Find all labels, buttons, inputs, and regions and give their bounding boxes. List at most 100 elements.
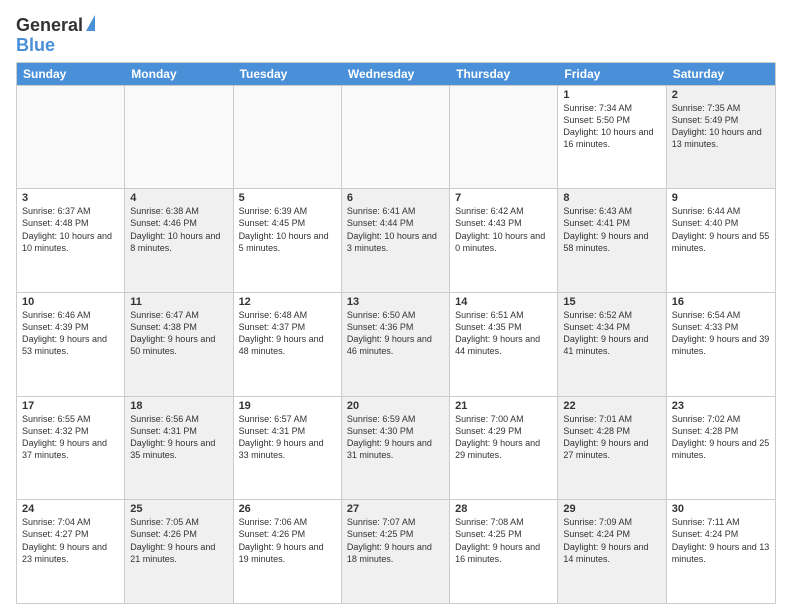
- day-number: 11: [130, 296, 227, 308]
- cal-cell-empty: [234, 86, 342, 189]
- day-number: 9: [672, 192, 770, 204]
- cell-info: Sunrise: 6:37 AMSunset: 4:48 PMDaylight:…: [22, 205, 119, 254]
- cell-info: Sunrise: 7:11 AMSunset: 4:24 PMDaylight:…: [672, 516, 770, 565]
- cell-info: Sunrise: 7:02 AMSunset: 4:28 PMDaylight:…: [672, 413, 770, 462]
- calendar-body: 1Sunrise: 7:34 AMSunset: 5:50 PMDaylight…: [17, 85, 775, 603]
- cal-cell-day-21: 21Sunrise: 7:00 AMSunset: 4:29 PMDayligh…: [450, 397, 558, 500]
- cell-info: Sunrise: 6:41 AMSunset: 4:44 PMDaylight:…: [347, 205, 444, 254]
- cell-info: Sunrise: 6:43 AMSunset: 4:41 PMDaylight:…: [563, 205, 660, 254]
- day-number: 22: [563, 400, 660, 412]
- calendar-row-0: 1Sunrise: 7:34 AMSunset: 5:50 PMDaylight…: [17, 85, 775, 189]
- day-number: 13: [347, 296, 444, 308]
- cell-info: Sunrise: 7:09 AMSunset: 4:24 PMDaylight:…: [563, 516, 660, 565]
- cal-cell-day-16: 16Sunrise: 6:54 AMSunset: 4:33 PMDayligh…: [667, 293, 775, 396]
- cal-cell-day-2: 2Sunrise: 7:35 AMSunset: 5:49 PMDaylight…: [667, 86, 775, 189]
- cell-info: Sunrise: 6:55 AMSunset: 4:32 PMDaylight:…: [22, 413, 119, 462]
- day-number: 25: [130, 503, 227, 515]
- cal-cell-day-30: 30Sunrise: 7:11 AMSunset: 4:24 PMDayligh…: [667, 500, 775, 603]
- day-number: 3: [22, 192, 119, 204]
- cal-cell-day-14: 14Sunrise: 6:51 AMSunset: 4:35 PMDayligh…: [450, 293, 558, 396]
- day-number: 28: [455, 503, 552, 515]
- logo-triangle-icon: [86, 15, 95, 31]
- cal-cell-day-5: 5Sunrise: 6:39 AMSunset: 4:45 PMDaylight…: [234, 189, 342, 292]
- cal-cell-day-27: 27Sunrise: 7:07 AMSunset: 4:25 PMDayligh…: [342, 500, 450, 603]
- cal-cell-day-9: 9Sunrise: 6:44 AMSunset: 4:40 PMDaylight…: [667, 189, 775, 292]
- cal-cell-day-26: 26Sunrise: 7:06 AMSunset: 4:26 PMDayligh…: [234, 500, 342, 603]
- header-cell-tuesday: Tuesday: [234, 63, 342, 85]
- cell-info: Sunrise: 6:46 AMSunset: 4:39 PMDaylight:…: [22, 309, 119, 358]
- cal-cell-day-3: 3Sunrise: 6:37 AMSunset: 4:48 PMDaylight…: [17, 189, 125, 292]
- day-number: 26: [239, 503, 336, 515]
- cell-info: Sunrise: 7:05 AMSunset: 4:26 PMDaylight:…: [130, 516, 227, 565]
- cal-cell-empty: [125, 86, 233, 189]
- cell-info: Sunrise: 6:52 AMSunset: 4:34 PMDaylight:…: [563, 309, 660, 358]
- cell-info: Sunrise: 6:42 AMSunset: 4:43 PMDaylight:…: [455, 205, 552, 254]
- day-number: 17: [22, 400, 119, 412]
- page: General Blue SundayMondayTuesdayWednesda…: [0, 0, 792, 612]
- cal-cell-day-11: 11Sunrise: 6:47 AMSunset: 4:38 PMDayligh…: [125, 293, 233, 396]
- cal-cell-day-12: 12Sunrise: 6:48 AMSunset: 4:37 PMDayligh…: [234, 293, 342, 396]
- day-number: 19: [239, 400, 336, 412]
- cell-info: Sunrise: 7:04 AMSunset: 4:27 PMDaylight:…: [22, 516, 119, 565]
- cell-info: Sunrise: 6:57 AMSunset: 4:31 PMDaylight:…: [239, 413, 336, 462]
- day-number: 8: [563, 192, 660, 204]
- header-cell-saturday: Saturday: [667, 63, 775, 85]
- header-cell-monday: Monday: [125, 63, 233, 85]
- day-number: 29: [563, 503, 660, 515]
- header-cell-wednesday: Wednesday: [342, 63, 450, 85]
- header-cell-thursday: Thursday: [450, 63, 558, 85]
- logo-text-blue: Blue: [16, 36, 55, 56]
- cell-info: Sunrise: 7:34 AMSunset: 5:50 PMDaylight:…: [563, 102, 660, 151]
- cal-cell-empty: [17, 86, 125, 189]
- cell-info: Sunrise: 7:00 AMSunset: 4:29 PMDaylight:…: [455, 413, 552, 462]
- day-number: 14: [455, 296, 552, 308]
- day-number: 16: [672, 296, 770, 308]
- cell-info: Sunrise: 6:59 AMSunset: 4:30 PMDaylight:…: [347, 413, 444, 462]
- cal-cell-day-23: 23Sunrise: 7:02 AMSunset: 4:28 PMDayligh…: [667, 397, 775, 500]
- cal-cell-day-4: 4Sunrise: 6:38 AMSunset: 4:46 PMDaylight…: [125, 189, 233, 292]
- cell-info: Sunrise: 7:35 AMSunset: 5:49 PMDaylight:…: [672, 102, 770, 151]
- day-number: 1: [563, 89, 660, 101]
- day-number: 30: [672, 503, 770, 515]
- day-number: 4: [130, 192, 227, 204]
- cal-cell-empty: [342, 86, 450, 189]
- calendar-row-1: 3Sunrise: 6:37 AMSunset: 4:48 PMDaylight…: [17, 188, 775, 292]
- cal-cell-day-1: 1Sunrise: 7:34 AMSunset: 5:50 PMDaylight…: [558, 86, 666, 189]
- cell-info: Sunrise: 7:08 AMSunset: 4:25 PMDaylight:…: [455, 516, 552, 565]
- day-number: 7: [455, 192, 552, 204]
- cal-cell-day-22: 22Sunrise: 7:01 AMSunset: 4:28 PMDayligh…: [558, 397, 666, 500]
- cal-cell-day-24: 24Sunrise: 7:04 AMSunset: 4:27 PMDayligh…: [17, 500, 125, 603]
- cal-cell-day-25: 25Sunrise: 7:05 AMSunset: 4:26 PMDayligh…: [125, 500, 233, 603]
- calendar-row-2: 10Sunrise: 6:46 AMSunset: 4:39 PMDayligh…: [17, 292, 775, 396]
- cal-cell-day-29: 29Sunrise: 7:09 AMSunset: 4:24 PMDayligh…: [558, 500, 666, 603]
- logo-text-general: General: [16, 16, 83, 36]
- cell-info: Sunrise: 7:06 AMSunset: 4:26 PMDaylight:…: [239, 516, 336, 565]
- cell-info: Sunrise: 7:07 AMSunset: 4:25 PMDaylight:…: [347, 516, 444, 565]
- header-cell-sunday: Sunday: [17, 63, 125, 85]
- cell-info: Sunrise: 6:47 AMSunset: 4:38 PMDaylight:…: [130, 309, 227, 358]
- logo: General Blue: [16, 16, 95, 56]
- cell-info: Sunrise: 6:51 AMSunset: 4:35 PMDaylight:…: [455, 309, 552, 358]
- cal-cell-day-15: 15Sunrise: 6:52 AMSunset: 4:34 PMDayligh…: [558, 293, 666, 396]
- day-number: 27: [347, 503, 444, 515]
- cal-cell-day-18: 18Sunrise: 6:56 AMSunset: 4:31 PMDayligh…: [125, 397, 233, 500]
- cal-cell-day-6: 6Sunrise: 6:41 AMSunset: 4:44 PMDaylight…: [342, 189, 450, 292]
- cal-cell-empty: [450, 86, 558, 189]
- day-number: 5: [239, 192, 336, 204]
- day-number: 24: [22, 503, 119, 515]
- calendar: SundayMondayTuesdayWednesdayThursdayFrid…: [16, 62, 776, 604]
- cal-cell-day-7: 7Sunrise: 6:42 AMSunset: 4:43 PMDaylight…: [450, 189, 558, 292]
- cal-cell-day-19: 19Sunrise: 6:57 AMSunset: 4:31 PMDayligh…: [234, 397, 342, 500]
- cell-info: Sunrise: 7:01 AMSunset: 4:28 PMDaylight:…: [563, 413, 660, 462]
- day-number: 15: [563, 296, 660, 308]
- header-cell-friday: Friday: [558, 63, 666, 85]
- day-number: 23: [672, 400, 770, 412]
- cell-info: Sunrise: 6:39 AMSunset: 4:45 PMDaylight:…: [239, 205, 336, 254]
- cal-cell-day-10: 10Sunrise: 6:46 AMSunset: 4:39 PMDayligh…: [17, 293, 125, 396]
- calendar-header: SundayMondayTuesdayWednesdayThursdayFrid…: [17, 63, 775, 85]
- header: General Blue: [16, 12, 776, 56]
- day-number: 6: [347, 192, 444, 204]
- cell-info: Sunrise: 6:48 AMSunset: 4:37 PMDaylight:…: [239, 309, 336, 358]
- day-number: 21: [455, 400, 552, 412]
- cal-cell-day-28: 28Sunrise: 7:08 AMSunset: 4:25 PMDayligh…: [450, 500, 558, 603]
